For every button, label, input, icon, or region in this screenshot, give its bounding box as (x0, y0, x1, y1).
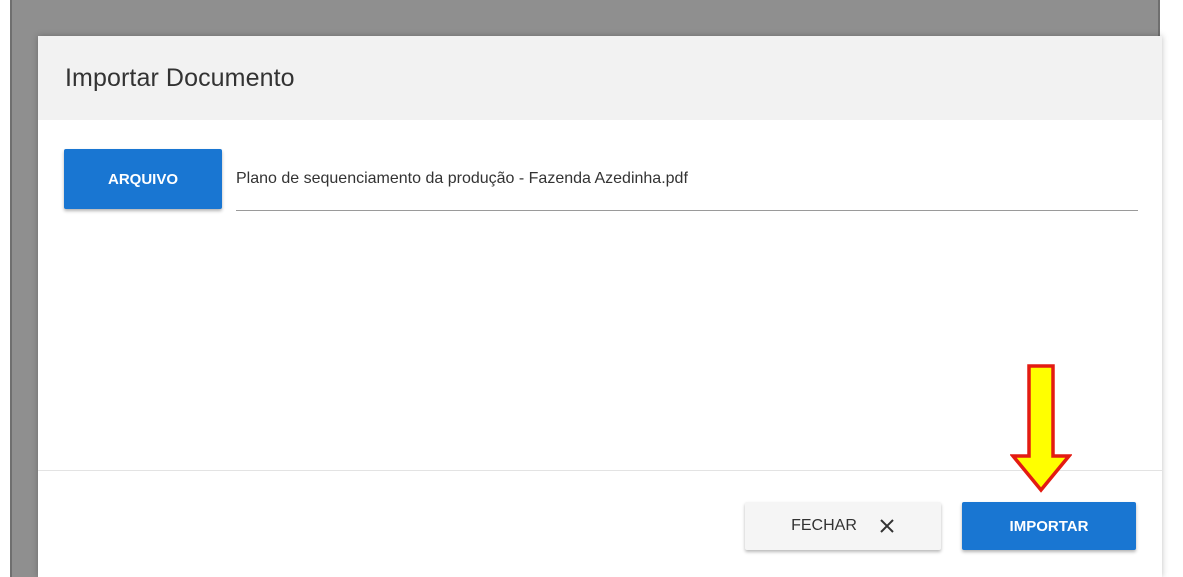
screen: Importar Documento ARQUIVO Plano de sequ… (0, 0, 1183, 577)
close-button[interactable]: FECHAR (745, 502, 941, 550)
file-name-value: Plano de sequenciamento da produção - Fa… (236, 170, 688, 187)
dialog-header: Importar Documento (38, 36, 1162, 120)
close-icon (879, 518, 895, 534)
file-select-button[interactable]: ARQUIVO (64, 149, 222, 209)
down-arrow-icon (1009, 362, 1073, 494)
file-name-field[interactable]: Plano de sequenciamento da produção - Fa… (236, 160, 1138, 211)
import-document-dialog: Importar Documento ARQUIVO Plano de sequ… (38, 36, 1162, 577)
import-button[interactable]: IMPORTAR (962, 502, 1136, 550)
footer-divider (38, 470, 1162, 471)
backdrop-edge-left (10, 0, 12, 577)
close-button-label: FECHAR (791, 517, 857, 534)
dialog-title: Importar Documento (65, 64, 295, 92)
